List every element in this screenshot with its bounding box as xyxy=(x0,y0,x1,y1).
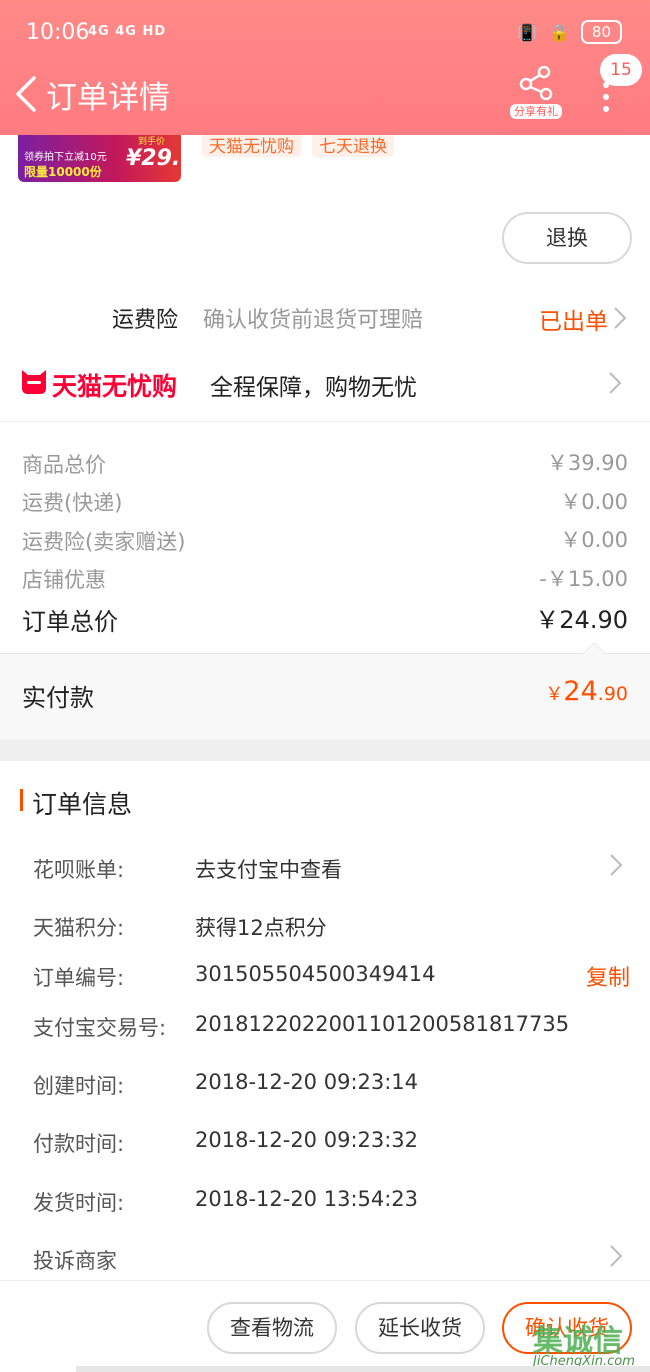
freight-insurance-status: 已出单 xyxy=(539,309,608,335)
price-row-label: 店铺优惠 xyxy=(22,568,106,592)
chevron-right-icon xyxy=(613,306,627,330)
system-nav-strip xyxy=(76,1366,650,1372)
product-tag: 七天退换 xyxy=(312,132,394,157)
info-value: 2018122022001101200581817735 xyxy=(195,1012,570,1036)
back-icon[interactable] xyxy=(12,74,42,114)
extend-receipt-button[interactable]: 延长收货 xyxy=(355,1302,485,1354)
tmall-guarantee-name: 天猫无忧购 xyxy=(52,372,178,401)
section-accent-bar xyxy=(20,789,23,811)
product-tag: 天猫无忧购 xyxy=(202,132,301,157)
order-total-label: 订单总价 xyxy=(22,608,118,636)
info-label: 发货时间: xyxy=(33,1191,125,1215)
info-label: 订单编号: xyxy=(33,966,125,990)
return-button[interactable]: 退换 xyxy=(502,212,632,264)
complain-seller-label: 投诉商家 xyxy=(33,1249,117,1273)
tmall-guarantee-desc: 全程保障，购物无忧 xyxy=(210,375,417,401)
info-label: 天猫积分: xyxy=(33,916,125,940)
price-row-label: 商品总价 xyxy=(22,453,106,477)
info-label: 创建时间: xyxy=(33,1074,125,1098)
price-row-value: ￥0.00 xyxy=(560,490,628,514)
price-row-label: 运费(快递) xyxy=(22,491,123,515)
status-bar: 10:06 4G 4G HD 📳 🔒 80 xyxy=(0,0,650,66)
share-button[interactable]: 分享有礼 xyxy=(506,66,566,122)
price-row-value: ￥0.00 xyxy=(560,528,628,552)
share-label: 分享有礼 xyxy=(510,104,562,119)
info-value: 获得12点积分 xyxy=(195,916,327,940)
paid-amount-value: ￥24.90 xyxy=(545,676,628,707)
price-row-value: ￥39.90 xyxy=(546,451,628,475)
thumb-price: ¥29.9 xyxy=(126,146,181,171)
thumb-limit-line: 限量10000份 xyxy=(24,165,102,179)
price-row-value: -￥15.00 xyxy=(539,567,628,591)
paid-caret xyxy=(582,642,606,654)
info-label: 花呗账单: xyxy=(33,858,125,882)
freight-insurance-desc: 确认收货前退货可理赔 xyxy=(203,308,424,333)
info-value: 2018-12-20 13:54:23 xyxy=(195,1187,419,1211)
network-indicator: 4G 4G HD xyxy=(88,24,167,39)
vibrate-icon: 📳 xyxy=(517,22,537,42)
order-info-title: 订单信息 xyxy=(32,790,133,819)
order-number-value: 301505504500349414 xyxy=(195,962,436,986)
info-label: 支付宝交易号: xyxy=(33,1016,167,1040)
info-label: 付款时间: xyxy=(33,1132,125,1156)
order-total-value: ￥24.90 xyxy=(535,606,628,634)
divider xyxy=(0,421,650,422)
section-gap xyxy=(0,739,650,761)
status-icons: 📳 🔒 80 xyxy=(517,20,622,44)
share-icon xyxy=(519,66,553,100)
copy-order-number-button[interactable]: 复制 xyxy=(586,960,630,992)
info-value: 去支付宝中查看 xyxy=(195,858,342,882)
info-value: 2018-12-20 09:23:14 xyxy=(195,1070,419,1094)
watermark-logo: 集诚信 JiChengXin.com xyxy=(533,1316,650,1372)
paid-amount-label: 实付款 xyxy=(22,684,94,712)
page-title: 订单详情 xyxy=(46,80,170,116)
lock-rotation-icon: 🔒 xyxy=(548,22,569,42)
battery-icon: 80 xyxy=(580,20,622,44)
tmall-cat-icon xyxy=(20,366,48,396)
more-menu-icon[interactable] xyxy=(596,82,616,114)
thumb-promo-line: 领券拍下立减10元 xyxy=(24,152,107,163)
app-header: 10:06 4G 4G HD 📳 🔒 80 订单详情 分享有礼 15 xyxy=(0,0,650,135)
info-value: 2018-12-20 09:23:32 xyxy=(195,1128,419,1152)
chevron-right-icon xyxy=(609,1244,623,1268)
chevron-right-icon xyxy=(608,371,622,395)
message-badge[interactable]: 15 xyxy=(600,54,642,86)
view-logistics-button[interactable]: 查看物流 xyxy=(207,1302,337,1354)
price-row-label: 运费险(卖家赠送) xyxy=(22,530,186,554)
freight-insurance-label: 运费险 xyxy=(112,308,179,333)
chevron-right-icon xyxy=(609,853,623,877)
status-time: 10:06 xyxy=(26,20,90,45)
